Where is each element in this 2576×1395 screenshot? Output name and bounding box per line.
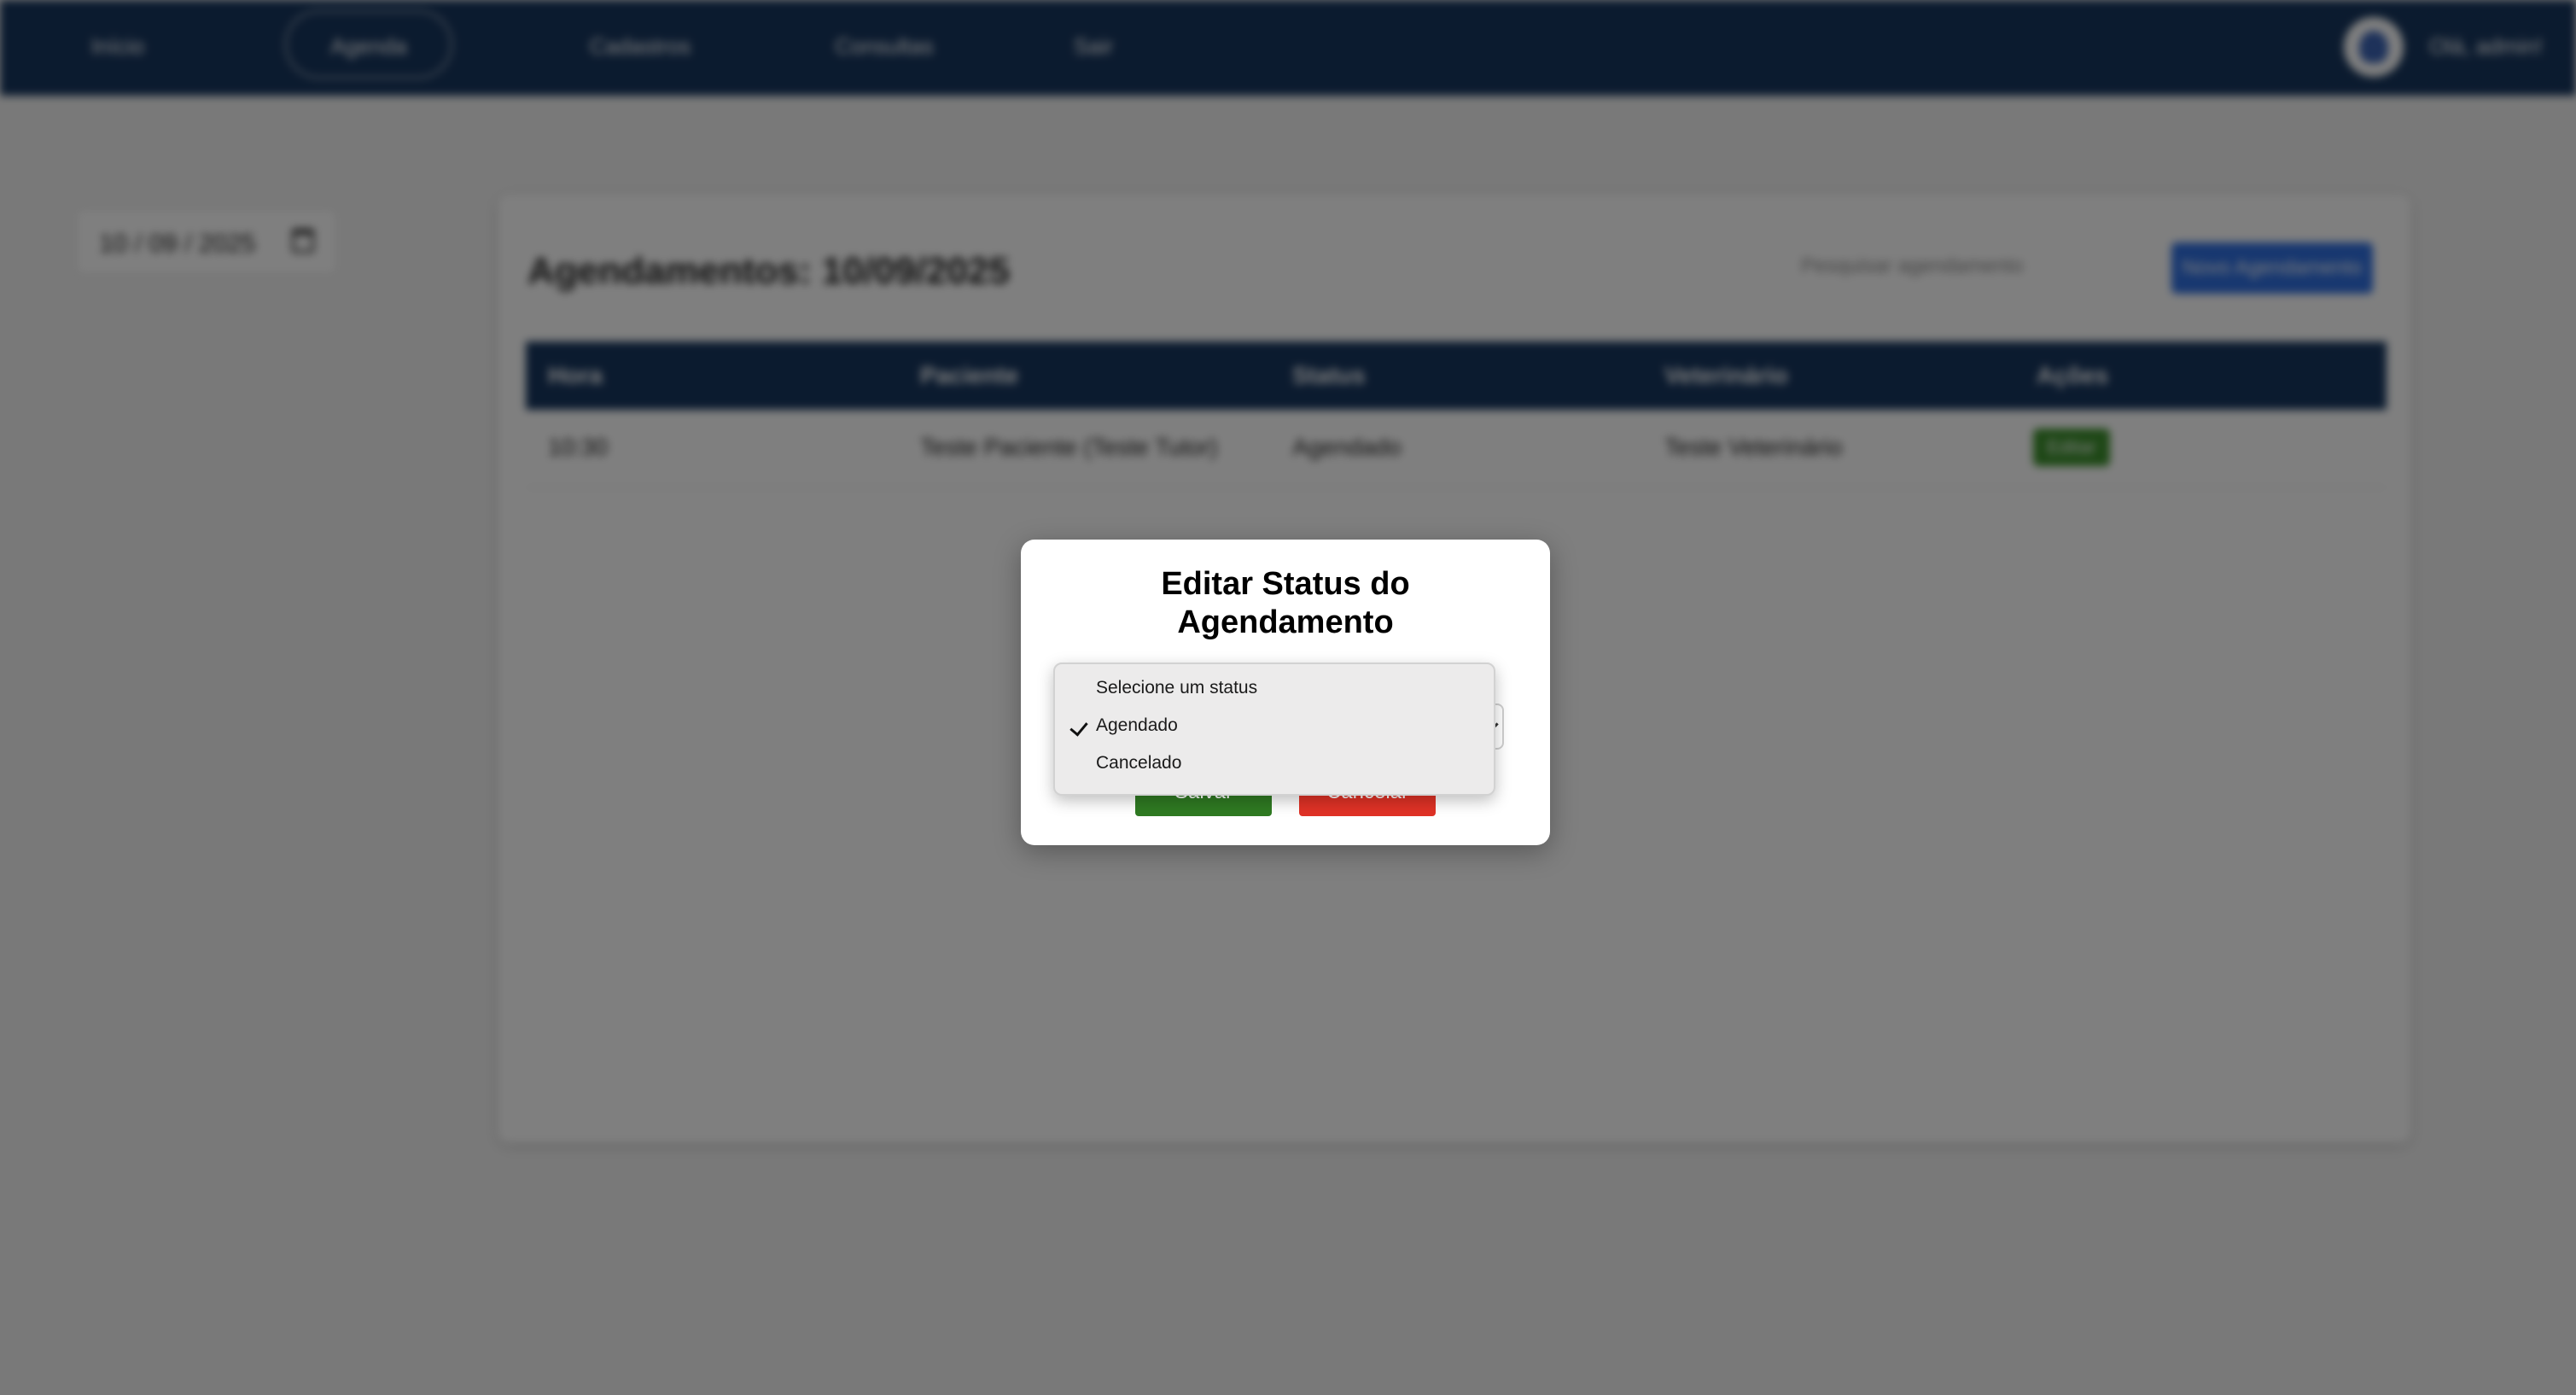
modal-title-line-1: Editar Status do — [1161, 566, 1410, 602]
option-cancelado[interactable]: Cancelado — [1055, 744, 1494, 782]
modal-title: Editar Status do Agendamento — [1021, 565, 1550, 642]
option-label: Selecione um status — [1096, 678, 1258, 698]
modal-title-line-2: Agendamento — [1177, 604, 1394, 640]
option-selecione[interactable]: Selecione um status — [1055, 669, 1494, 707]
status-dropdown-menu: Selecione um status Agendado Cancelado — [1053, 662, 1495, 796]
option-label: Agendado — [1096, 715, 1178, 735]
option-agendado[interactable]: Agendado — [1055, 707, 1494, 744]
option-label: Cancelado — [1096, 753, 1182, 773]
check-icon — [1069, 717, 1088, 737]
